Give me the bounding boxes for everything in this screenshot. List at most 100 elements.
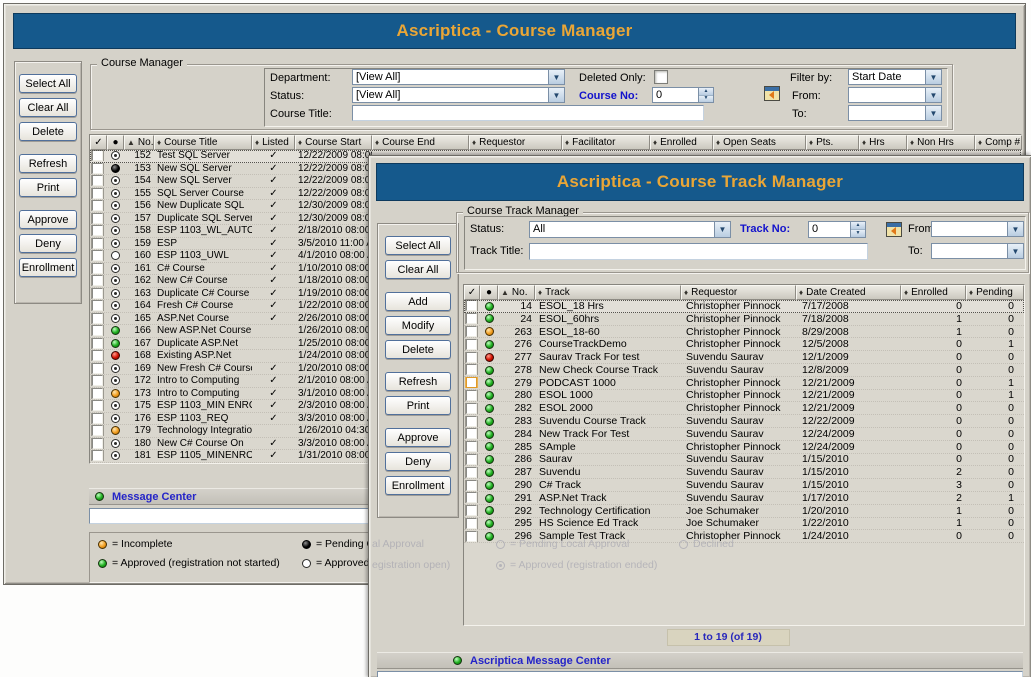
column-header-course-end[interactable]: ♦Course End bbox=[372, 135, 469, 150]
button-deny[interactable]: Deny bbox=[19, 234, 77, 253]
table-row[interactable]: 292Technology CertificationJoe Schumaker… bbox=[464, 505, 1024, 518]
row-checkbox[interactable] bbox=[92, 213, 103, 224]
table-row[interactable]: 285SAmpleChristopher Pinnock12/24/200900 bbox=[464, 441, 1024, 454]
column-header-course-title[interactable]: ♦Course Title bbox=[154, 135, 252, 150]
button-clear-all[interactable]: Clear All bbox=[385, 260, 451, 279]
dropdown-arrow-icon[interactable]: ▼ bbox=[1007, 244, 1023, 258]
row-checkbox[interactable] bbox=[92, 225, 103, 236]
column-header-no[interactable]: ▲No. bbox=[498, 285, 535, 300]
table-row[interactable]: 282ESOL 2000Christopher Pinnock12/21/200… bbox=[464, 402, 1024, 415]
column-header-non-hrs[interactable]: ♦Non Hrs bbox=[907, 135, 975, 150]
from-select[interactable]: ▼ bbox=[931, 221, 1024, 237]
to-select[interactable]: ▼ bbox=[848, 105, 942, 121]
table-row[interactable]: 287SuvenduSuvendu Saurav1/15/201020 bbox=[464, 466, 1024, 479]
row-checkbox[interactable] bbox=[92, 288, 103, 299]
row-checkbox[interactable] bbox=[466, 313, 477, 324]
column-header-select[interactable]: ✓ bbox=[90, 135, 107, 150]
table-row[interactable]: 295HS Science Ed TrackJoe Schumaker1/22/… bbox=[464, 518, 1024, 531]
table-row[interactable]: 278New Check Course TrackSuvendu Saurav1… bbox=[464, 364, 1024, 377]
row-checkbox[interactable] bbox=[92, 300, 103, 311]
column-header-hrs[interactable]: ♦Hrs bbox=[859, 135, 907, 150]
row-checkbox[interactable] bbox=[92, 375, 103, 386]
row-checkbox[interactable] bbox=[466, 518, 477, 529]
dropdown-arrow-icon[interactable]: ▼ bbox=[714, 222, 730, 237]
course-title-input[interactable] bbox=[352, 105, 704, 121]
dropdown-arrow-icon[interactable]: ▼ bbox=[1007, 222, 1023, 236]
button-add[interactable]: Add bbox=[385, 292, 451, 311]
row-checkbox[interactable] bbox=[92, 425, 103, 436]
row-checkbox[interactable] bbox=[92, 275, 103, 286]
calendar-icon[interactable] bbox=[886, 222, 902, 237]
button-delete[interactable]: Delete bbox=[19, 122, 77, 141]
spin-down-icon[interactable]: ▼ bbox=[699, 96, 713, 103]
column-header-requestor[interactable]: ♦Requestor bbox=[681, 285, 796, 300]
row-checkbox[interactable] bbox=[92, 388, 103, 399]
dropdown-arrow-icon[interactable]: ▼ bbox=[548, 88, 564, 102]
row-checkbox[interactable] bbox=[466, 300, 477, 311]
table-row[interactable]: 283Suvendu Course TrackSuvendu Saurav12/… bbox=[464, 415, 1024, 428]
status-select[interactable]: All ▼ bbox=[529, 221, 731, 238]
department-select[interactable]: [View All] ▼ bbox=[352, 69, 565, 85]
dropdown-arrow-icon[interactable]: ▼ bbox=[925, 88, 941, 102]
button-select-all[interactable]: Select All bbox=[19, 74, 77, 93]
row-checkbox[interactable] bbox=[466, 377, 477, 388]
row-checkbox[interactable] bbox=[92, 163, 103, 174]
status-select[interactable]: [View All] ▼ bbox=[352, 87, 565, 103]
row-checkbox[interactable] bbox=[466, 505, 477, 516]
row-checkbox[interactable] bbox=[466, 326, 477, 337]
button-approve[interactable]: Approve bbox=[385, 428, 451, 447]
deleted-only-checkbox[interactable] bbox=[654, 70, 668, 84]
row-checkbox[interactable] bbox=[466, 531, 477, 542]
message-center-bar[interactable]: Ascriptica Message Center bbox=[377, 652, 1023, 669]
row-checkbox[interactable] bbox=[92, 363, 103, 374]
column-header-no[interactable]: ▲No. bbox=[124, 135, 154, 150]
table-row[interactable]: 14ESOL_18 HrsChristopher Pinnock7/17/200… bbox=[464, 300, 1024, 313]
table-row[interactable]: 291ASP.Net TrackSuvendu Saurav1/17/20102… bbox=[464, 492, 1024, 505]
spin-down-icon[interactable]: ▼ bbox=[851, 230, 865, 237]
row-checkbox[interactable] bbox=[466, 428, 477, 439]
row-checkbox[interactable] bbox=[92, 325, 103, 336]
button-delete[interactable]: Delete bbox=[385, 340, 451, 359]
row-checkbox[interactable] bbox=[92, 263, 103, 274]
column-header-comp[interactable]: ♦Comp # bbox=[975, 135, 1022, 150]
column-header-enrolled[interactable]: ♦Enrolled bbox=[901, 285, 966, 300]
table-row[interactable]: 24ESOL_60hrsChristopher Pinnock7/18/2008… bbox=[464, 313, 1024, 326]
row-checkbox[interactable] bbox=[92, 188, 103, 199]
button-approve[interactable]: Approve bbox=[19, 210, 77, 229]
row-checkbox[interactable] bbox=[466, 454, 477, 465]
column-header-listed[interactable]: ♦Listed bbox=[252, 135, 295, 150]
row-checkbox[interactable] bbox=[92, 338, 103, 349]
column-header-course-start[interactable]: ♦Course Start bbox=[295, 135, 372, 150]
button-refresh[interactable]: Refresh bbox=[19, 154, 77, 173]
row-checkbox[interactable] bbox=[92, 413, 103, 424]
column-header-requestor[interactable]: ♦Requestor bbox=[469, 135, 562, 150]
to-select[interactable]: ▼ bbox=[931, 243, 1024, 259]
row-checkbox[interactable] bbox=[466, 403, 477, 414]
button-enrollment[interactable]: Enrollment bbox=[385, 476, 451, 495]
row-checkbox[interactable] bbox=[92, 200, 103, 211]
button-select-all[interactable]: Select All bbox=[385, 236, 451, 255]
table-row[interactable]: 277Saurav Track For testSuvendu Saurav12… bbox=[464, 351, 1024, 364]
row-checkbox[interactable] bbox=[92, 175, 103, 186]
track-title-input[interactable] bbox=[529, 243, 868, 260]
row-checkbox[interactable] bbox=[466, 492, 477, 503]
row-checkbox[interactable] bbox=[92, 350, 103, 361]
message-input[interactable] bbox=[377, 671, 1023, 677]
row-checkbox[interactable] bbox=[466, 339, 477, 350]
row-checkbox[interactable] bbox=[92, 313, 103, 324]
dropdown-arrow-icon[interactable]: ▼ bbox=[925, 70, 941, 84]
column-header-enrolled[interactable]: ♦Enrolled bbox=[650, 135, 713, 150]
column-header-open-seats[interactable]: ♦Open Seats bbox=[713, 135, 806, 150]
calendar-icon[interactable] bbox=[764, 86, 780, 101]
from-select[interactable]: ▼ bbox=[848, 87, 942, 103]
spin-up-icon[interactable]: ▲ bbox=[851, 222, 865, 230]
track-no-spinner[interactable]: 0 ▲▼ bbox=[808, 221, 866, 238]
column-header-status[interactable]: ● bbox=[107, 135, 124, 150]
row-checkbox[interactable] bbox=[466, 364, 477, 375]
row-checkbox[interactable] bbox=[92, 450, 103, 461]
row-checkbox[interactable] bbox=[92, 400, 103, 411]
column-header-status[interactable]: ● bbox=[480, 285, 498, 300]
row-checkbox[interactable] bbox=[466, 416, 477, 427]
button-refresh[interactable]: Refresh bbox=[385, 372, 451, 391]
dropdown-arrow-icon[interactable]: ▼ bbox=[548, 70, 564, 84]
